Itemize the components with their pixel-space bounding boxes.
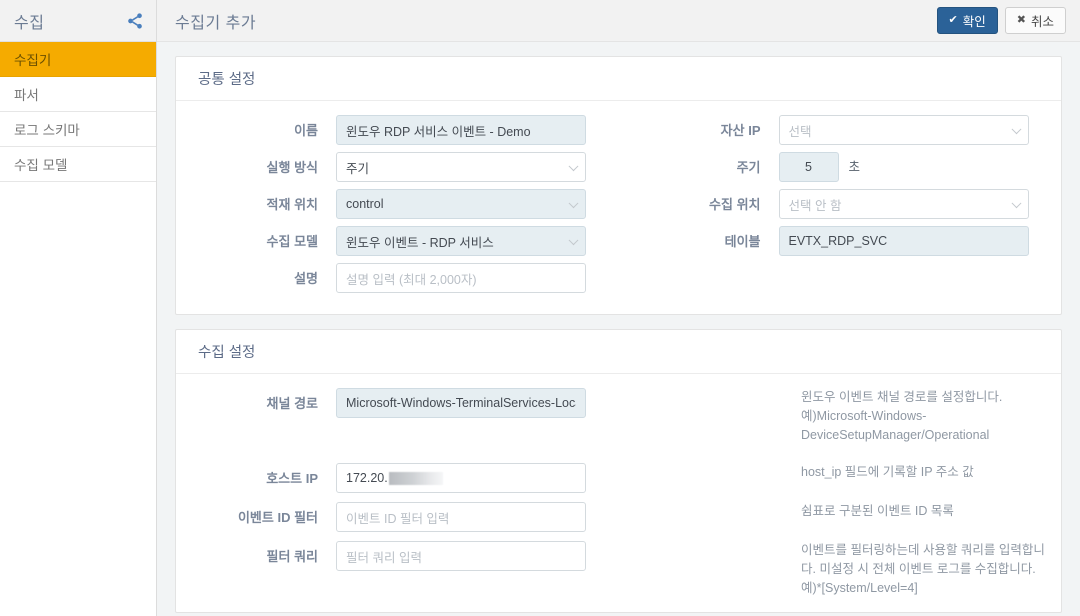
common-settings-heading: 공통 설정 bbox=[176, 57, 1061, 101]
topbar-actions: ✔ 확인 ✖ 취소 bbox=[936, 7, 1066, 34]
period-value: 5 bbox=[805, 160, 812, 174]
collect-location-label: 수집 위치 bbox=[709, 197, 761, 212]
topbar: 수집기 추가 ✔ 확인 ✖ 취소 bbox=[157, 0, 1080, 42]
filter-query-input[interactable]: 필터 쿼리 입력 bbox=[336, 541, 586, 571]
confirm-button[interactable]: ✔ 확인 bbox=[936, 7, 998, 34]
field-row-description: 설명 설명 입력 (최대 2,000자) bbox=[176, 263, 619, 300]
common-settings-body: 이름 윈도우 RDP 서비스 이벤트 - Demo 실행 방식 주기 적재 위치… bbox=[176, 101, 1061, 314]
field-row-table: 테이블 EVTX_RDP_SVC bbox=[619, 226, 1062, 263]
period-label: 주기 bbox=[736, 160, 761, 175]
description-label: 설명 bbox=[294, 271, 318, 286]
host-ip-redaction bbox=[388, 471, 443, 485]
sidebar-item-label: 파서 bbox=[14, 88, 39, 103]
chevron-down-icon bbox=[568, 161, 579, 172]
field-row-period: 주기 5 초 bbox=[619, 152, 1062, 189]
sidebar-item-parser[interactable]: 파서 bbox=[0, 77, 156, 112]
name-input[interactable]: 윈도우 RDP 서비스 이벤트 - Demo bbox=[336, 115, 586, 145]
collect-location-select[interactable]: 선택 안 함 bbox=[778, 189, 1029, 219]
event-id-filter-input[interactable]: 이벤트 ID 필터 입력 bbox=[336, 502, 586, 532]
asset-ip-label: 자산 IP bbox=[720, 123, 761, 138]
field-row-event-id-filter: 이벤트 ID 필터 이벤트 ID 필터 입력 쉼표로 구분된 이벤트 ID 목록 bbox=[176, 502, 1061, 534]
sidebar-item-log-schema[interactable]: 로그 스키마 bbox=[0, 112, 156, 147]
check-icon: ✔ bbox=[948, 14, 958, 26]
chevron-down-icon bbox=[568, 198, 579, 209]
collect-settings-body: 채널 경로 Microsoft-Windows-TerminalServices… bbox=[176, 374, 1061, 612]
share-icon[interactable] bbox=[126, 12, 144, 30]
field-row-collect-location: 수집 위치 선택 안 함 bbox=[619, 189, 1062, 226]
confirm-button-label: 확인 bbox=[962, 15, 986, 29]
content: 공통 설정 이름 윈도우 RDP 서비스 이벤트 - Demo 실행 방식 주기… bbox=[157, 42, 1080, 616]
period-unit: 초 bbox=[848, 160, 861, 174]
cancel-button[interactable]: ✖ 취소 bbox=[1004, 7, 1066, 34]
table-input[interactable]: EVTX_RDP_SVC bbox=[778, 226, 1029, 256]
filter-query-label: 필터 쿼리 bbox=[266, 549, 318, 564]
chevron-down-icon bbox=[568, 235, 579, 246]
host-ip-help: host_ip 필드에 기록할 IP 주소 값 bbox=[801, 465, 974, 479]
channel-path-input[interactable]: Microsoft-Windows-TerminalServices-Local bbox=[336, 388, 586, 418]
chevron-down-icon bbox=[1011, 124, 1021, 135]
collect-settings-heading: 수집 설정 bbox=[176, 330, 1061, 374]
filter-query-help: 이벤트를 필터링하는데 사용할 쿼리를 입력합니다. 미설정 시 전체 이벤트 … bbox=[801, 543, 1045, 595]
page-title: 수집기 추가 bbox=[175, 14, 257, 32]
collect-settings-card: 수집 설정 채널 경로 Microsoft-Windows-TerminalSe… bbox=[175, 329, 1062, 613]
event-id-filter-label: 이벤트 ID 필터 bbox=[237, 510, 318, 525]
common-left-column: 이름 윈도우 RDP 서비스 이벤트 - Demo 실행 방식 주기 적재 위치… bbox=[176, 115, 619, 300]
field-row-channel-path: 채널 경로 Microsoft-Windows-TerminalServices… bbox=[176, 388, 1061, 445]
period-input[interactable]: 5 bbox=[778, 152, 839, 182]
cancel-button-label: 취소 bbox=[1030, 15, 1054, 29]
filter-query-placeholder: 필터 쿼리 입력 bbox=[346, 550, 422, 565]
run-mode-select[interactable]: 주기 bbox=[336, 152, 586, 182]
field-row-collect-model: 수집 모델 윈도우 이벤트 - RDP 서비스 bbox=[176, 226, 619, 263]
load-location-label: 적재 위치 bbox=[266, 197, 318, 212]
collect-location-placeholder: 선택 안 함 bbox=[788, 198, 842, 213]
load-location-select[interactable]: control bbox=[336, 189, 586, 219]
sidebar-item-label: 수집기 bbox=[14, 53, 52, 68]
main-area: 수집기 추가 ✔ 확인 ✖ 취소 공통 설정 이름 윈도우 RDP 서비스 이벤… bbox=[157, 0, 1080, 616]
field-row-asset-ip: 자산 IP 선택 bbox=[619, 115, 1062, 152]
table-label: 테이블 bbox=[724, 234, 761, 249]
sidebar-item-collector[interactable]: 수집기 bbox=[0, 42, 156, 77]
field-row-name: 이름 윈도우 RDP 서비스 이벤트 - Demo bbox=[176, 115, 619, 152]
run-mode-value: 주기 bbox=[346, 161, 370, 176]
sidebar-item-collect-model[interactable]: 수집 모델 bbox=[0, 147, 156, 182]
table-value: EVTX_RDP_SVC bbox=[788, 234, 888, 248]
event-id-filter-placeholder: 이벤트 ID 필터 입력 bbox=[346, 511, 450, 526]
common-right-column: 자산 IP 선택 주기 5 초 수집 위치 선택 안 함 테이블 EVTX_RD… bbox=[619, 115, 1062, 300]
asset-ip-select[interactable]: 선택 bbox=[778, 115, 1029, 145]
name-label: 이름 bbox=[294, 123, 318, 138]
field-row-load-location: 적재 위치 control bbox=[176, 189, 619, 226]
collect-model-select[interactable]: 윈도우 이벤트 - RDP 서비스 bbox=[336, 226, 586, 256]
close-icon: ✖ bbox=[1016, 14, 1026, 26]
host-ip-input[interactable]: 172.20. bbox=[336, 463, 586, 493]
field-row-run-mode: 실행 방식 주기 bbox=[176, 152, 619, 189]
host-ip-label: 호스트 IP bbox=[266, 471, 318, 486]
channel-path-value: Microsoft-Windows-TerminalServices-Local bbox=[346, 396, 576, 410]
description-input[interactable]: 설명 입력 (최대 2,000자) bbox=[336, 263, 586, 293]
chevron-down-icon bbox=[1011, 198, 1021, 209]
field-row-filter-query: 필터 쿼리 필터 쿼리 입력 이벤트를 필터링하는데 사용할 쿼리를 입력합니다… bbox=[176, 541, 1061, 598]
sidebar-title: 수집 bbox=[14, 14, 45, 32]
common-settings-card: 공통 설정 이름 윈도우 RDP 서비스 이벤트 - Demo 실행 방식 주기… bbox=[175, 56, 1062, 315]
name-input-value: 윈도우 RDP 서비스 이벤트 - Demo bbox=[346, 124, 531, 139]
app-root: 수집 수집기 파서 로그 스키마 수집 모델 수집기 추가 ✔ 확인 ✖ 취소 … bbox=[0, 0, 1080, 616]
load-location-value: control bbox=[346, 197, 384, 211]
asset-ip-placeholder: 선택 bbox=[788, 124, 812, 139]
collect-model-label: 수집 모델 bbox=[266, 234, 318, 249]
channel-path-help: 윈도우 이벤트 채널 경로를 설정합니다. 예)Microsoft-Window… bbox=[801, 390, 1003, 442]
collect-model-value: 윈도우 이벤트 - RDP 서비스 bbox=[346, 235, 494, 250]
sidebar-item-label: 수집 모델 bbox=[14, 158, 68, 173]
sidebar: 수집 수집기 파서 로그 스키마 수집 모델 bbox=[0, 0, 157, 616]
host-ip-value: 172.20. bbox=[346, 471, 388, 485]
field-row-host-ip: 호스트 IP 172.20. host_ip 필드에 기록할 IP 주소 값 bbox=[176, 463, 1061, 495]
description-placeholder: 설명 입력 (최대 2,000자) bbox=[346, 272, 477, 287]
sidebar-item-label: 로그 스키마 bbox=[14, 123, 80, 138]
event-id-filter-help: 쉼표로 구분된 이벤트 ID 목록 bbox=[801, 504, 954, 518]
run-mode-label: 실행 방식 bbox=[266, 160, 318, 175]
channel-path-label: 채널 경로 bbox=[266, 396, 318, 411]
sidebar-header: 수집 bbox=[0, 0, 156, 42]
